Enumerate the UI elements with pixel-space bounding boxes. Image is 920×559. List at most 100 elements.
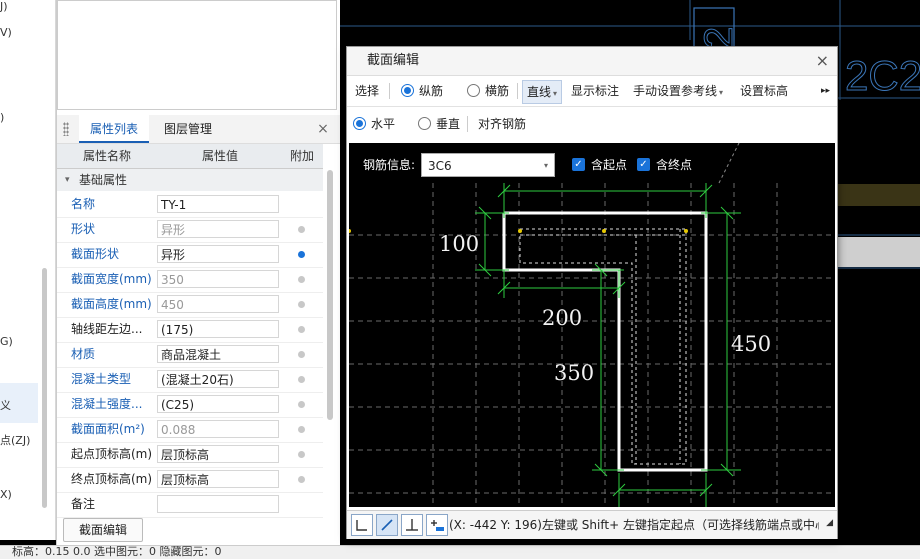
tree-item-fragment[interactable]: 点(ZJ) [0, 432, 30, 448]
radio-vertical[interactable]: 垂直 [418, 109, 460, 139]
cad-rebar-label: 2C22 [845, 52, 920, 99]
property-table-header: 属性名称 属性值 附加 [57, 144, 323, 169]
property-scrollbar[interactable] [327, 170, 333, 420]
add-point-button[interactable] [426, 514, 448, 536]
line-mode-button[interactable] [376, 514, 398, 536]
property-value: 350 [157, 270, 279, 288]
line-icon [381, 519, 393, 531]
section-edit-button[interactable]: 截面编辑 [63, 518, 143, 542]
dialog-title: 截面编辑 [367, 53, 420, 68]
property-value[interactable]: (C25) [157, 395, 279, 413]
property-name: 混凝土强度... [71, 397, 143, 411]
radio-vertical-label: 垂直 [436, 117, 461, 131]
radio-checked-icon [401, 84, 414, 97]
dialog-status-bar: (X: -442 Y: 196)左键或 Shift+ 左键指定起点（可选择线筋端… [347, 510, 837, 539]
attach-dot[interactable] [298, 376, 305, 383]
align-rebar-button[interactable]: 对齐钢筋 [478, 109, 526, 139]
property-row: 轴线距左边... (175) [57, 317, 323, 343]
property-row: 起点顶标高(m) 层顶标高 [57, 442, 323, 468]
rebar-guide-lines [519, 228, 687, 465]
tree-scrollbar[interactable] [42, 268, 47, 508]
radio-transverse[interactable]: 横筋 [467, 76, 509, 106]
component-tree-strip: J) V) ) G) 义 点(ZJ) X) [0, 0, 56, 540]
attach-dot[interactable] [298, 401, 305, 408]
include-start-checkbox[interactable]: ✓ [572, 158, 585, 171]
tree-item-fragment[interactable]: ) [0, 111, 4, 124]
select-button[interactable]: 选择 [355, 76, 379, 106]
attach-dot[interactable] [298, 226, 305, 233]
close-icon[interactable]: × [313, 115, 333, 143]
property-value[interactable]: TY-1 [157, 195, 279, 213]
group-label: 基础属性 [79, 173, 128, 187]
tree-item-fragment[interactable]: X) [0, 488, 12, 501]
section-outline[interactable] [502, 211, 708, 472]
tab-property-list[interactable]: 属性列表 [79, 115, 149, 143]
property-row: 备注 [57, 492, 323, 518]
dialog-toolbar-secondary: 水平 垂直 对齐钢筋 [347, 109, 837, 141]
toolbar-separator [467, 116, 468, 132]
section-canvas[interactable]: 100 200 350 450 钢筋信息: 3C6 ▾ ✓ 含起点 ✓ 含终点 [349, 143, 835, 507]
property-name: 形状 [71, 222, 96, 236]
property-value[interactable]: 层顶标高 [157, 445, 279, 463]
property-value[interactable]: (混凝土20石) [157, 370, 279, 388]
perpendicular-mode-button[interactable] [401, 514, 423, 536]
manual-guide-label: 手动设置参考线 [633, 84, 718, 98]
attach-dot[interactable] [298, 451, 305, 458]
chevron-down-icon: ▾ [719, 88, 724, 97]
property-value[interactable]: 异形 [157, 245, 279, 263]
attach-dot[interactable] [298, 351, 305, 358]
toolbar-separator [517, 83, 518, 99]
radio-longitudinal[interactable]: 纵筋 [401, 76, 443, 106]
radio-transverse-label: 横筋 [485, 84, 510, 98]
close-icon[interactable]: × [816, 47, 829, 75]
property-group-basic[interactable]: ▾ 基础属性 [57, 169, 323, 191]
attach-dot[interactable] [298, 426, 305, 433]
tree-item-fragment[interactable]: G) [0, 335, 13, 348]
rebar-info-select[interactable]: 3C6 ▾ [421, 153, 555, 177]
tab-layer-management[interactable]: 图层管理 [155, 115, 221, 143]
dimension-label-350: 350 [554, 361, 594, 385]
tree-item-fragment[interactable]: J) [0, 0, 8, 13]
orthogonal-mode-button[interactable] [351, 514, 373, 536]
include-end-checkbox[interactable]: ✓ [637, 158, 650, 171]
include-end-label: 含终点 [656, 158, 693, 172]
attach-dot[interactable] [298, 276, 305, 283]
perpendicular-icon [406, 519, 418, 531]
attach-dot[interactable] [298, 301, 305, 308]
property-value: 450 [157, 295, 279, 313]
set-elevation-button[interactable]: 设置标高 [740, 76, 788, 106]
attach-dot[interactable] [298, 476, 305, 483]
property-row: 截面宽度(mm) 350 [57, 267, 323, 293]
collapse-icon[interactable]: ▾ [65, 169, 70, 191]
section-drawing: 100 200 350 450 [349, 143, 835, 507]
dialog-status-text: (X: -442 Y: 196)左键或 Shift+ 左键指定起点（可选择线筋端… [449, 518, 819, 532]
tree-item-fragment[interactable]: V) [0, 26, 12, 39]
toolbar-overflow-icon[interactable]: ▸▸ [821, 76, 830, 106]
property-value[interactable]: (175) [157, 320, 279, 338]
property-value[interactable]: 层顶标高 [157, 470, 279, 488]
property-value[interactable]: 商品混凝土 [157, 345, 279, 363]
rebar-info-label: 钢筋信息: [363, 158, 416, 172]
property-row: 截面形状 异形 [57, 242, 323, 268]
drag-grip-icon[interactable] [63, 122, 69, 136]
manual-guide-dropdown[interactable]: 手动设置参考线 ▾ [633, 76, 723, 108]
add-point-icon [431, 520, 444, 531]
property-name: 混凝土类型 [71, 372, 132, 386]
attach-dot[interactable] [298, 326, 305, 333]
resize-grip-icon[interactable]: ◢ [826, 518, 833, 528]
line-mode-label: 直线 [527, 85, 552, 99]
column-header-extra: 附加 [290, 149, 315, 163]
property-value[interactable] [157, 495, 279, 513]
tree-item-fragment[interactable]: 义 [0, 397, 11, 413]
dialog-titlebar[interactable]: 截面编辑 × [347, 47, 837, 76]
chevron-down-icon: ▾ [543, 161, 548, 170]
radio-horizontal[interactable]: 水平 [353, 109, 395, 139]
show-annotation-button[interactable]: 显示标注 [571, 76, 619, 106]
property-name: 终点顶标高(m) [71, 472, 153, 486]
property-name: 截面高度(mm) [71, 297, 152, 311]
attach-dot[interactable] [298, 251, 305, 258]
property-panel-tabs: 属性列表 图层管理 × [57, 115, 340, 144]
line-mode-dropdown[interactable]: 直线 ▾ [522, 80, 563, 104]
column-header-name: 属性名称 [83, 149, 132, 163]
property-row: 混凝土强度... (C25) [57, 392, 323, 418]
